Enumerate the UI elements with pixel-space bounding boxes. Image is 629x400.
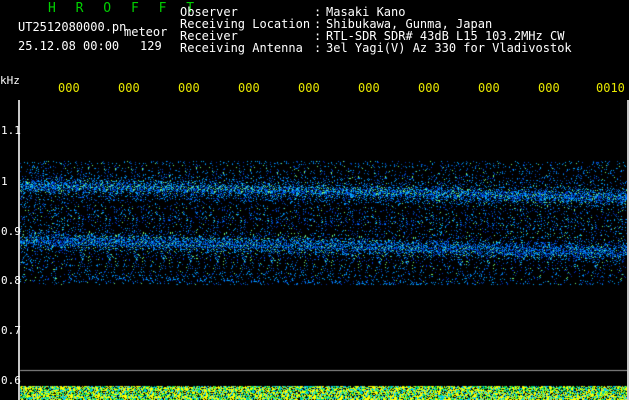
- x-tick: 000: [418, 81, 440, 95]
- axis-unit: kHz: [0, 74, 20, 87]
- y-tick: 1: [1, 175, 8, 188]
- antenna-value: 3el Yagi(V) Az 330 for Vladivostok: [326, 41, 572, 55]
- x-tick: 0010: [596, 81, 625, 95]
- filename: UT2512080000.pn: [18, 20, 127, 34]
- spectrogram: [0, 100, 629, 400]
- y-tick: 0.9: [1, 225, 21, 238]
- y-tick: 0.8: [1, 274, 21, 287]
- left-border: [18, 100, 20, 400]
- sep-4: :: [314, 41, 322, 55]
- y-tick: 1.1: [1, 124, 21, 137]
- datetime: 25.12.08 00:00: [18, 39, 120, 53]
- antenna-label: Receiving Antenna: [180, 41, 303, 55]
- x-tick: 000: [238, 81, 260, 95]
- x-tick: 000: [178, 81, 200, 95]
- x-tick: 000: [538, 81, 560, 95]
- count: 129: [140, 39, 162, 53]
- mode-label: meteor: [124, 25, 168, 39]
- y-tick: 0.7: [1, 324, 21, 337]
- x-tick: 000: [478, 81, 500, 95]
- x-tick: 000: [118, 81, 140, 95]
- x-tick: 000: [58, 81, 80, 95]
- y-tick: 0.6: [1, 374, 21, 387]
- app-title: H R O F F T: [48, 1, 201, 16]
- x-tick: 000: [358, 81, 380, 95]
- x-tick: 000: [298, 81, 320, 95]
